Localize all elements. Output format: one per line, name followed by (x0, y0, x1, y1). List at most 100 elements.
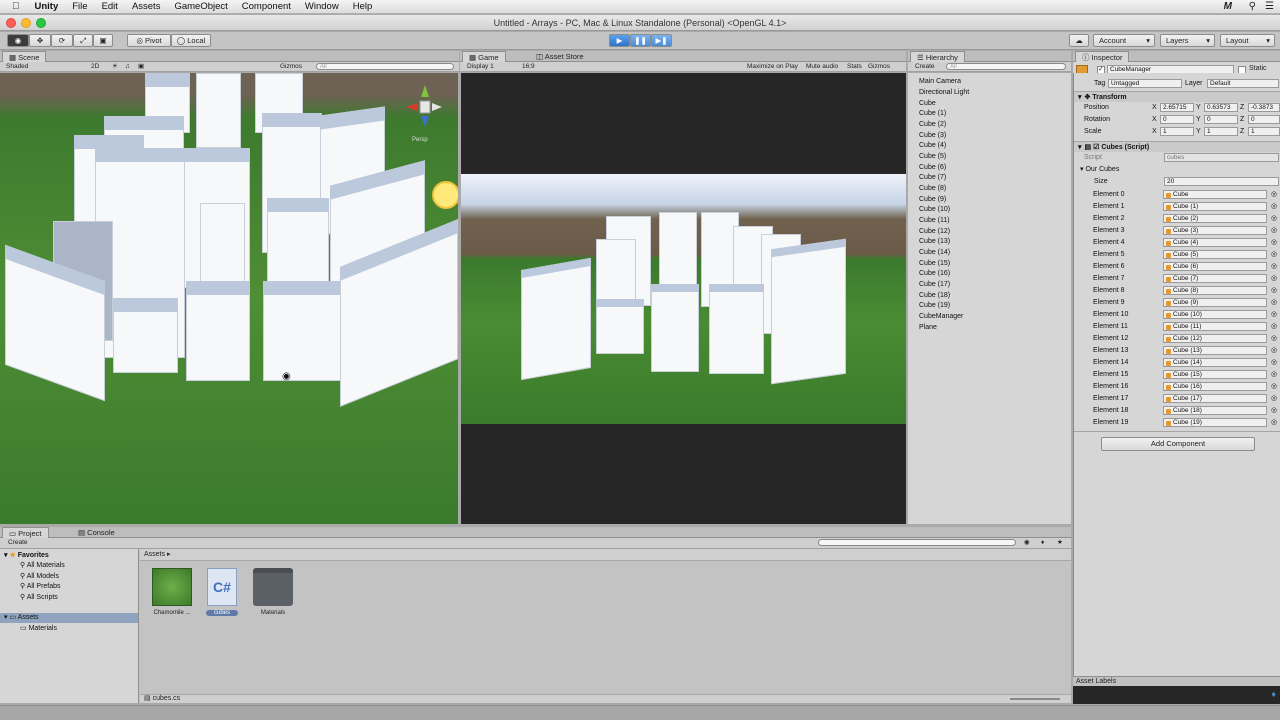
icon-size-slider[interactable] (1010, 698, 1060, 700)
collab-cloud-button[interactable]: ☁ (1069, 34, 1089, 47)
hierarchy-item[interactable]: Cube (15) (919, 259, 950, 269)
materials-folder[interactable]: ▭ Materials (20, 624, 57, 634)
view-tool-button[interactable]: ◉ (7, 34, 29, 47)
hierarchy-item[interactable]: Directional Light (919, 88, 969, 98)
object-picker-icon[interactable]: ◎ (1271, 297, 1277, 308)
object-picker-icon[interactable]: ◎ (1271, 417, 1277, 428)
object-picker-icon[interactable]: ◎ (1271, 381, 1277, 392)
hierarchy-item[interactable]: Cube (7) (919, 173, 946, 183)
hierarchy-item[interactable]: Cube (9) (919, 195, 946, 205)
object-picker-icon[interactable]: ◎ (1271, 225, 1277, 236)
scale-z-field[interactable]: 1 (1248, 127, 1280, 136)
object-picker-icon[interactable]: ◎ (1271, 345, 1277, 356)
favorite-item[interactable]: ⚲ All Models (20, 572, 59, 582)
object-picker-icon[interactable]: ◎ (1271, 357, 1277, 368)
array-size-field[interactable]: 20 (1164, 177, 1279, 186)
gizmo-y-axis[interactable] (421, 85, 429, 97)
scene-search-input[interactable]: All (316, 63, 454, 70)
hierarchy-item[interactable]: Cube (14) (919, 248, 950, 258)
hierarchy-item[interactable]: Cube (5) (919, 152, 946, 162)
array-element-field[interactable]: Cube (7) (1163, 274, 1267, 283)
tab-inspector[interactable]: ⓘ Inspector (1075, 51, 1130, 62)
hierarchy-item[interactable]: CubeManager (919, 312, 963, 322)
scene-view[interactable]: ◉ Persp (0, 73, 458, 524)
scene-cube[interactable] (200, 203, 245, 283)
array-element-field[interactable]: Cube (19) (1163, 418, 1267, 427)
menu-component[interactable]: Component (235, 1, 298, 12)
position-x-field[interactable]: 2.65715 (1160, 103, 1194, 112)
layers-dropdown[interactable]: Layers ▾ (1160, 34, 1215, 47)
spotlight-search-icon[interactable]: ⚲ (1249, 1, 1256, 12)
scene-cube[interactable] (196, 73, 241, 148)
game-gizmos-dropdown[interactable]: Gizmos (868, 62, 890, 72)
our-cubes-foldout[interactable]: ▾ Our Cubes (1080, 164, 1119, 175)
search-by-type-icon[interactable]: ◉ (1024, 538, 1030, 548)
array-element-field[interactable]: Cube (18) (1163, 406, 1267, 415)
lighting-icon[interactable]: ☀ (112, 62, 118, 72)
rotation-y-field[interactable]: 0 (1204, 115, 1238, 124)
pivot-toggle[interactable]: ◎ Pivot (127, 34, 171, 47)
array-element-field[interactable]: Cube (15) (1163, 370, 1267, 379)
array-element-field[interactable]: Cube (1163, 190, 1267, 199)
transform-section-header[interactable]: ▾ ✥ Transform (1074, 91, 1280, 102)
asset-cubes-script[interactable]: C# cubes (200, 568, 244, 616)
rotation-z-field[interactable]: 0 (1248, 115, 1280, 124)
effects-icon[interactable]: ▣ (138, 62, 144, 72)
hierarchy-item[interactable]: Cube (10) (919, 205, 950, 215)
scene-cube[interactable] (263, 281, 341, 381)
object-picker-icon[interactable]: ◎ (1271, 285, 1277, 296)
maximize-on-play-toggle[interactable]: Maximize on Play (747, 62, 798, 72)
add-component-button[interactable]: Add Component (1101, 437, 1255, 451)
rotate-tool-button[interactable]: ⟳ (51, 34, 73, 47)
object-picker-icon[interactable]: ◎ (1271, 237, 1277, 248)
display-dropdown[interactable]: Display 1 (467, 62, 494, 72)
menu-window[interactable]: Window (298, 1, 346, 12)
mute-audio-toggle[interactable]: Mute audio (806, 62, 838, 72)
array-element-field[interactable]: Cube (16) (1163, 382, 1267, 391)
tab-asset-store[interactable]: ◫ Asset Store (530, 51, 590, 62)
tab-scene[interactable]: ▦ Scene (2, 51, 47, 62)
shading-mode-dropdown[interactable]: Shaded (6, 62, 28, 72)
hierarchy-item[interactable]: Cube (4) (919, 141, 946, 151)
hierarchy-item[interactable]: Main Camera (919, 77, 961, 87)
orientation-gizmo[interactable]: Persp (400, 81, 450, 143)
scene-gizmos-dropdown[interactable]: Gizmos (280, 62, 302, 72)
menu-help[interactable]: Help (346, 1, 380, 12)
breadcrumb-assets[interactable]: Assets (144, 551, 165, 558)
account-dropdown[interactable]: Account ▾ (1093, 34, 1155, 47)
camera-eye-icon[interactable]: ◉ (282, 371, 291, 382)
hierarchy-item[interactable]: Cube (19) (919, 301, 950, 311)
asset-materials-folder[interactable]: Materials (251, 568, 295, 616)
position-z-field[interactable]: -0.3873 (1248, 103, 1280, 112)
gizmo-neg-x-axis[interactable] (432, 103, 442, 111)
hierarchy-item[interactable]: Cube (12) (919, 227, 950, 237)
aspect-dropdown[interactable]: 16:9 (522, 62, 535, 72)
step-button[interactable]: ▶❚ (651, 34, 672, 47)
menu-file[interactable]: File (65, 1, 94, 12)
project-search-input[interactable] (818, 539, 1016, 546)
script-reference-field[interactable]: cubes (1164, 153, 1279, 162)
array-element-field[interactable]: Cube (4) (1163, 238, 1267, 247)
tab-game[interactable]: ▦ Game (462, 51, 506, 62)
array-element-field[interactable]: Cube (9) (1163, 298, 1267, 307)
script-section-header[interactable]: ▾ ▤ ☑ Cubes (Script) (1074, 141, 1280, 152)
favorites-header[interactable]: ▾ ★ Favorites (4, 551, 49, 561)
hierarchy-item[interactable]: Cube (3) (919, 131, 946, 141)
array-element-field[interactable]: Cube (6) (1163, 262, 1267, 271)
status-app-icon[interactable]: M (1224, 1, 1232, 12)
object-picker-icon[interactable]: ◎ (1271, 273, 1277, 284)
breadcrumb[interactable]: Assets ▸ (140, 549, 1071, 561)
zoom-window-icon[interactable] (36, 18, 46, 28)
scene-cube[interactable] (113, 298, 178, 373)
directional-light-icon[interactable] (432, 181, 458, 209)
stats-toggle[interactable]: Stats (847, 62, 862, 72)
object-picker-icon[interactable]: ◎ (1271, 201, 1277, 212)
object-picker-icon[interactable]: ◎ (1271, 393, 1277, 404)
assets-folder[interactable]: ▾ ▭ Assets (0, 613, 138, 623)
array-element-field[interactable]: Cube (12) (1163, 334, 1267, 343)
favorite-star-icon[interactable]: ★ (1057, 538, 1063, 548)
tab-hierarchy[interactable]: ☰ Hierarchy (910, 51, 965, 62)
object-picker-icon[interactable]: ◎ (1271, 213, 1277, 224)
tag-dropdown[interactable]: Untagged (1108, 79, 1182, 88)
object-picker-icon[interactable]: ◎ (1271, 249, 1277, 260)
